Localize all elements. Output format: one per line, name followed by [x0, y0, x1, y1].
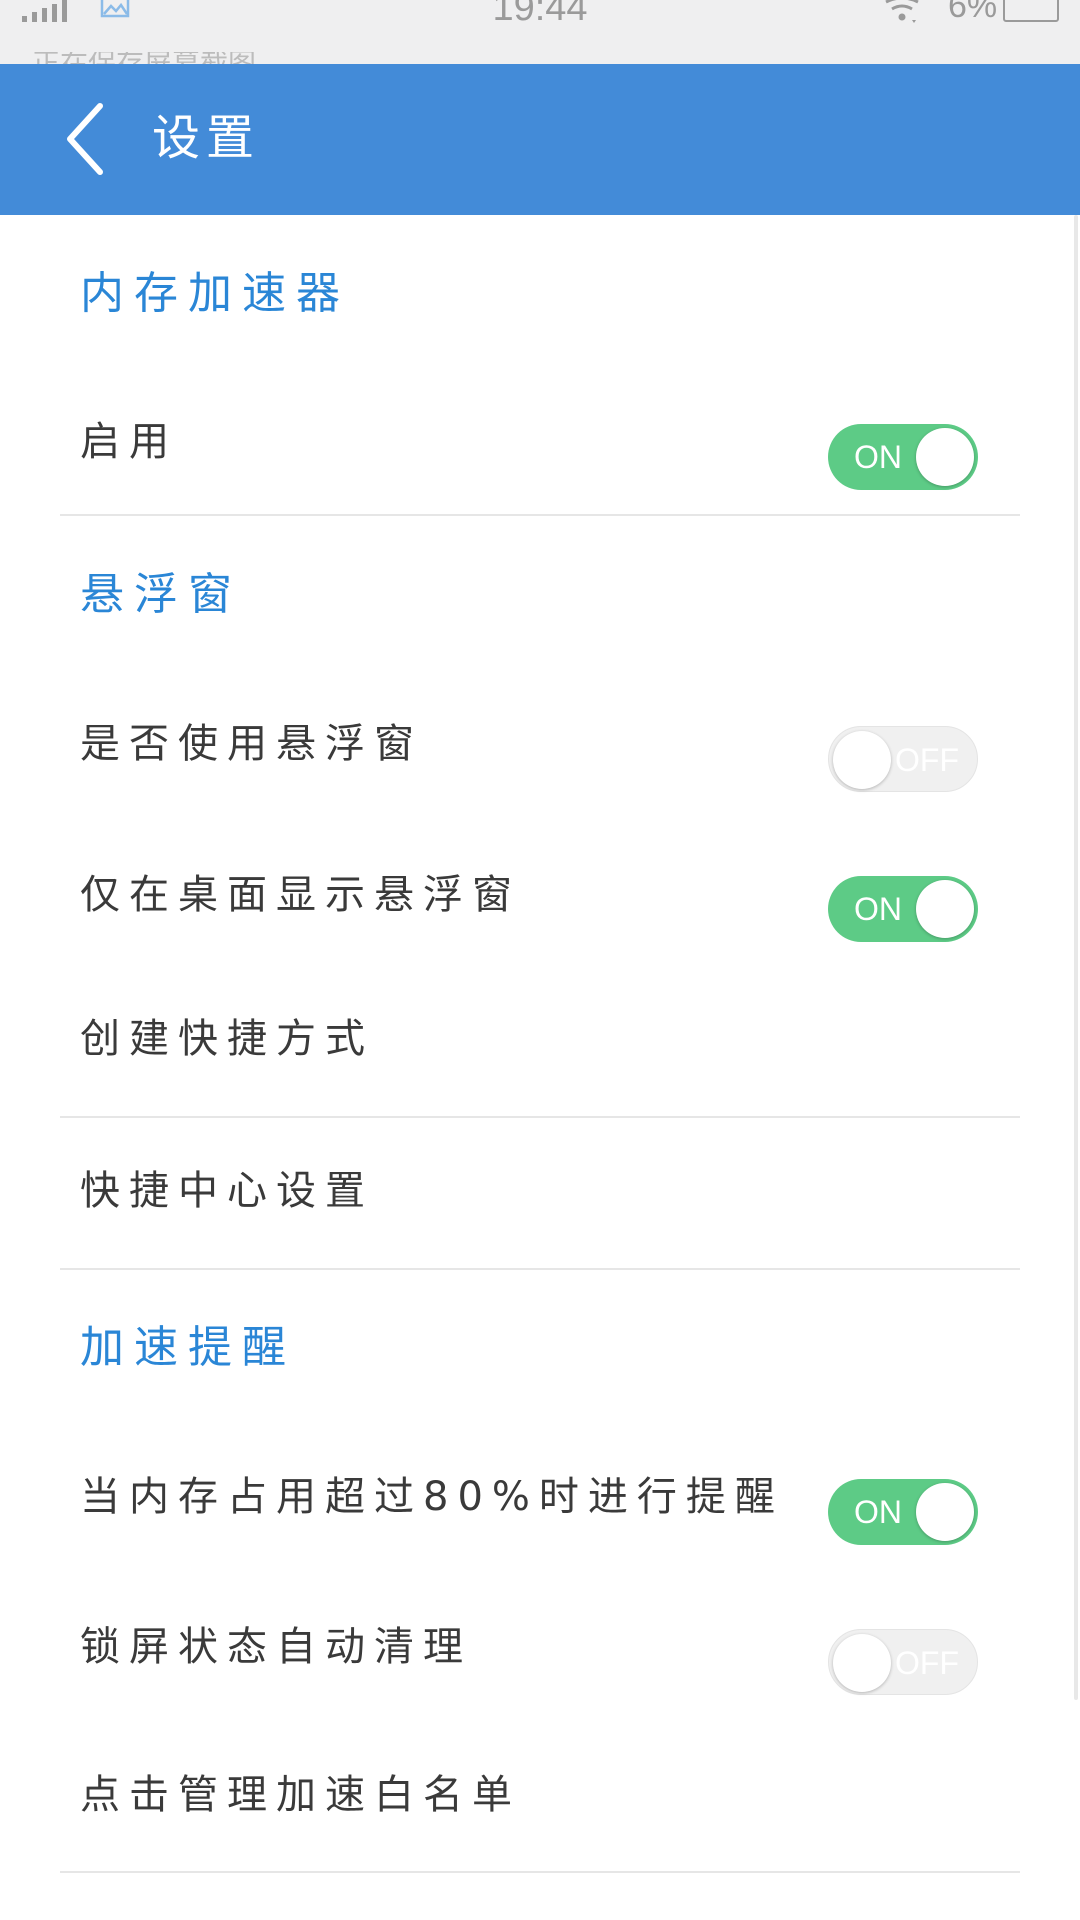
- settings-list: 内存加速器 启用 ON 悬浮窗 是否使用悬浮窗 OFF 仅在桌面显示悬浮窗 ON…: [0, 215, 1080, 1920]
- section-title-floating-window: 悬浮窗: [80, 569, 242, 620]
- toggle-state: ON: [854, 1494, 902, 1530]
- row-label-memory-80-reminder[interactable]: 当内存占用超过80%时进行提醒: [80, 1471, 784, 1523]
- divider: [60, 1871, 1020, 1873]
- toggle-state: ON: [854, 891, 902, 927]
- toggle-knob: [833, 731, 891, 789]
- scrollbar[interactable]: [1074, 215, 1078, 1700]
- toggle-state: OFF: [895, 742, 959, 778]
- toggle-use-floating-window[interactable]: OFF: [828, 726, 978, 792]
- toggle-lockscreen-auto-clean[interactable]: OFF: [828, 1629, 978, 1695]
- notification-ticker: 正在保存屏幕截图...: [32, 52, 283, 64]
- row-label-use-floating-window[interactable]: 是否使用悬浮窗: [80, 718, 423, 770]
- chevron-left-icon[interactable]: [58, 94, 118, 184]
- app-header: 设置: [0, 64, 1080, 215]
- divider: [60, 514, 1020, 516]
- toggle-memory-80-reminder[interactable]: ON: [828, 1479, 978, 1545]
- battery-icon: [1003, 0, 1059, 22]
- toggle-knob: [916, 428, 974, 486]
- battery-percent: 6%: [948, 0, 998, 25]
- toggle-desktop-only-floating-window[interactable]: ON: [828, 876, 978, 942]
- status-bar: 19:44 6% 正在保存屏幕截图...: [0, 0, 1080, 64]
- toggle-enable[interactable]: ON: [828, 424, 978, 490]
- divider: [60, 1268, 1020, 1270]
- row-shortcut-center-settings[interactable]: 快捷中心设置: [80, 1165, 374, 1217]
- toggle-knob: [916, 880, 974, 938]
- toggle-state: OFF: [895, 1645, 959, 1681]
- notification-text: 正在保存屏幕截图...: [32, 52, 283, 64]
- row-label-lockscreen-auto-clean[interactable]: 锁屏状态自动清理: [80, 1621, 472, 1673]
- row-manage-whitelist[interactable]: 点击管理加速白名单: [80, 1769, 521, 1821]
- section-title-acceleration-reminder: 加速提醒: [80, 1322, 296, 1373]
- wifi-icon: [885, 0, 919, 23]
- divider: [60, 1116, 1020, 1118]
- row-label-enable[interactable]: 启用: [80, 416, 178, 468]
- toggle-state: ON: [854, 439, 902, 475]
- row-create-shortcut[interactable]: 创建快捷方式: [80, 1013, 374, 1065]
- section-title-memory-accelerator: 内存加速器: [80, 268, 350, 319]
- toggle-knob: [916, 1483, 974, 1541]
- row-label-desktop-only-floating-window[interactable]: 仅在桌面显示悬浮窗: [80, 869, 521, 921]
- toggle-knob: [833, 1634, 891, 1692]
- page-title: 设置: [152, 110, 261, 166]
